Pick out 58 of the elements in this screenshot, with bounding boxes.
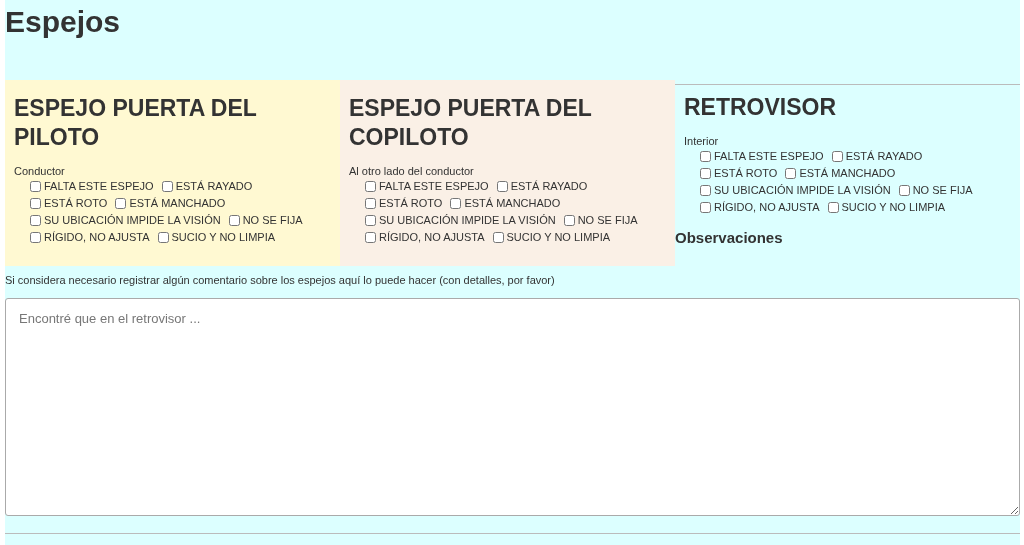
checkbox-label: ESTÁ ROTO: [379, 196, 443, 211]
checkbox[interactable]: [898, 185, 910, 196]
checkbox[interactable]: [492, 232, 504, 243]
checkbox-label: NO SE FIJA: [242, 213, 303, 228]
checkbox-label: SUCIO Y NO LIMPIA: [171, 230, 276, 245]
checkbox[interactable]: [700, 168, 711, 179]
checkbox[interactable]: [700, 151, 711, 162]
checkbox-label: FALTA ESTE ESPEJO: [379, 179, 489, 194]
section-subtitle: Conductor: [14, 164, 66, 178]
checkbox-label: ESTÁ MANCHADO: [799, 166, 896, 181]
checkbox[interactable]: [115, 198, 127, 209]
section-heading: ESPEJO PUERTA DEL PILOTO: [14, 94, 258, 152]
hint-text: Si considera necesario registrar algún comentario sobre los espejos aquí lo puede hacer (con detalles, por favor): [5, 273, 556, 288]
checkbox[interactable]: [365, 198, 376, 209]
checkbox[interactable]: [450, 198, 462, 209]
observations-field[interactable]: Encontré que en el retrovisor ...: [5, 297, 1020, 516]
checkbox-label: FALTA ESTE ESPEJO: [714, 149, 824, 164]
checkbox-label: FALTA ESTE ESPEJO: [44, 179, 154, 194]
checkbox-label: ESTÁ RAYADO: [510, 179, 588, 194]
checkbox-label: SU UBICACIÓN IMPIDE LA VISIÓN: [44, 213, 221, 228]
checkbox[interactable]: [365, 232, 376, 243]
checkbox[interactable]: [563, 215, 575, 226]
checkbox-label: SUCIO Y NO LIMPIA: [841, 200, 946, 215]
checkbox-label: SU UBICACIÓN IMPIDE LA VISIÓN: [379, 213, 556, 228]
checkbox[interactable]: [30, 232, 41, 243]
observations-heading: Observaciones: [675, 228, 784, 248]
checkbox-label: ESTÁ MANCHADO: [129, 196, 226, 211]
checkbox-label: RÍGIDO, NO AJUSTA: [714, 200, 820, 215]
page-title: Espejos: [5, 4, 122, 40]
checkbox[interactable]: [827, 202, 839, 213]
checkbox-label: SU UBICACIÓN IMPIDE LA VISIÓN: [714, 183, 891, 198]
checkbox-label: ESTÁ RAYADO: [175, 179, 253, 194]
checkbox[interactable]: [157, 232, 169, 243]
checkbox[interactable]: [365, 215, 376, 226]
checkbox-label: ESTÁ ROTO: [44, 196, 108, 211]
checkbox-label: ESTÁ RAYADO: [845, 149, 923, 164]
checkbox[interactable]: [785, 168, 797, 179]
checkbox[interactable]: [228, 215, 240, 226]
checkbox[interactable]: [496, 181, 508, 192]
checkbox-label: RÍGIDO, NO AJUSTA: [44, 230, 150, 245]
checkbox[interactable]: [30, 215, 41, 226]
section-heading: ESPEJO PUERTA DEL COPILOTO: [349, 94, 593, 152]
checkbox[interactable]: [161, 181, 173, 192]
checkbox[interactable]: [700, 185, 711, 196]
section-subtitle: Al otro lado del conductor: [349, 164, 475, 178]
section-heading: RETROVISOR: [684, 93, 838, 122]
checkbox[interactable]: [30, 198, 41, 209]
checkbox[interactable]: [365, 181, 376, 192]
checkbox-label: SUCIO Y NO LIMPIA: [506, 230, 611, 245]
checkbox-label: NO SE FIJA: [912, 183, 973, 198]
checkbox[interactable]: [700, 202, 711, 213]
checkbox-label: ESTÁ ROTO: [714, 166, 778, 181]
checkbox-label: NO SE FIJA: [577, 213, 638, 228]
checkbox-label: ESTÁ MANCHADO: [464, 196, 561, 211]
checkbox-label: RÍGIDO, NO AJUSTA: [379, 230, 485, 245]
checkbox[interactable]: [831, 151, 843, 162]
section-subtitle: Interior: [684, 134, 720, 148]
checkbox[interactable]: [30, 181, 41, 192]
